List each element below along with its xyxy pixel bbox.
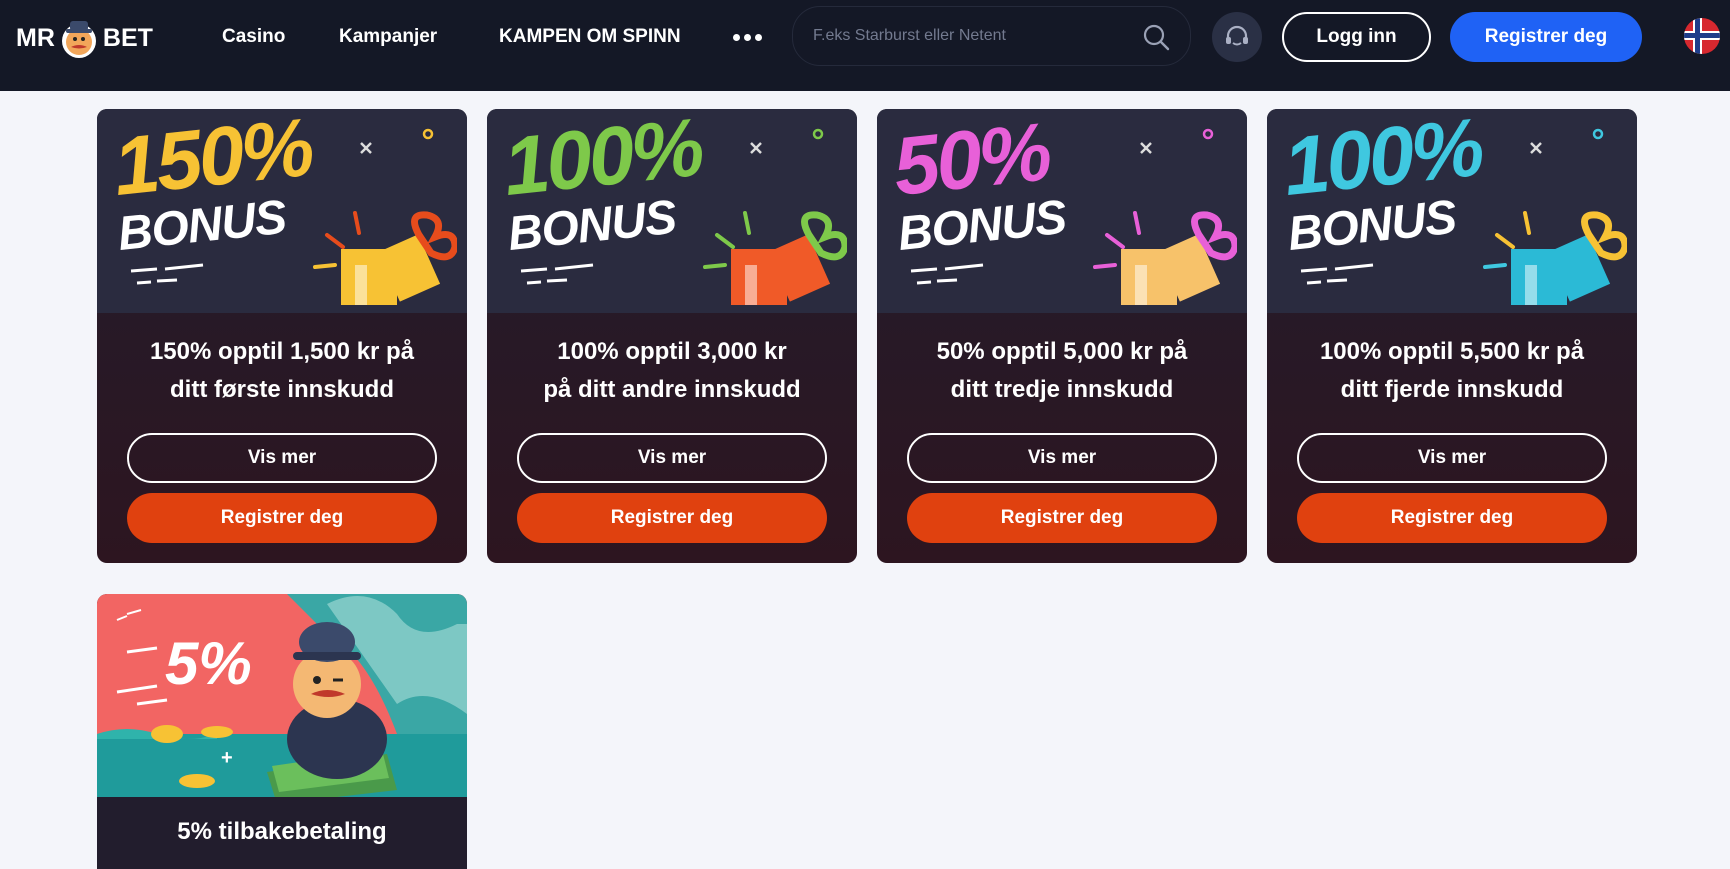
- sparkle-x-icon: [1530, 142, 1542, 154]
- gift-box-icon: [1483, 211, 1627, 305]
- bonus-card-2: 100% BONUS 100% opptil 3,000 kr på ditt …: [487, 109, 857, 563]
- cashback-card: 5% + 5% tilbakebetaling: [97, 594, 467, 869]
- nav-kampanjer[interactable]: Kampanjer: [339, 0, 437, 74]
- cashback-banner-illustration: 5% +: [97, 594, 467, 797]
- search-input[interactable]: [813, 19, 1133, 53]
- search-box: [792, 6, 1191, 66]
- bonus-banner: 100% BONUS: [1267, 109, 1637, 313]
- bonus-title: 50% opptil 5,000 kr på ditt tredje innsku…: [936, 338, 1188, 403]
- bonus-card-3: 50% BONUS 50% opptil 5,000 kr på ditt tr…: [877, 109, 1247, 563]
- logo-text-mr: MR: [16, 23, 55, 52]
- nav-casino[interactable]: Casino: [222, 0, 285, 74]
- support-button[interactable]: [1212, 12, 1262, 62]
- search-icon[interactable]: [1142, 23, 1170, 51]
- bonus-title: 100% opptil 3,000 kr på ditt andre innsku…: [543, 338, 801, 403]
- bonus-banner: 100% BONUS: [487, 109, 857, 313]
- cashback-percent: 5%: [165, 630, 252, 697]
- cashback-title: 5% tilbakebetaling: [177, 818, 387, 845]
- speed-lines-icon: [910, 263, 984, 285]
- speed-lines-icon: [1300, 263, 1374, 285]
- logo-text-bet: BET: [102, 23, 153, 52]
- bonus-title: 150% opptil 1,500 kr på ditt første innsk…: [149, 338, 415, 403]
- bonus-banner: 150% BONUS: [97, 109, 467, 313]
- bonus-title: 100% opptil 5,500 kr på ditt fjerde innsk…: [1319, 338, 1585, 403]
- headset-icon: [1226, 25, 1248, 46]
- bonus-card-4: 100% BONUS 100% opptil 5,500 kr på ditt …: [1267, 109, 1637, 563]
- show-more-button[interactable]: Vis mer: [907, 433, 1217, 483]
- sparkle-circle-icon: [812, 128, 824, 140]
- top-header: MR BET Casino Kampanjer KAMPEN OM SPINN …: [0, 0, 1730, 91]
- sparkle-x-icon: [750, 142, 762, 154]
- speed-lines-icon: [130, 263, 204, 285]
- nav-kampen-om-spinn[interactable]: KAMPEN OM SPINN: [499, 0, 681, 74]
- card-register-button[interactable]: Registrer deg: [517, 493, 827, 543]
- show-more-button[interactable]: Vis mer: [517, 433, 827, 483]
- sparkle-circle-icon: [1202, 128, 1214, 140]
- mrbet-logo[interactable]: MR BET: [16, 10, 153, 66]
- card-register-button[interactable]: Registrer deg: [1297, 493, 1607, 543]
- gift-box-icon: [703, 211, 847, 305]
- more-menu-icon[interactable]: [733, 24, 762, 50]
- sparkle-circle-icon: [1592, 128, 1604, 140]
- card-register-button[interactable]: Registrer deg: [907, 493, 1217, 543]
- card-register-button[interactable]: Registrer deg: [127, 493, 437, 543]
- sparkle-circle-icon: [422, 128, 434, 140]
- sparkle-x-icon: [1140, 142, 1152, 154]
- show-more-button[interactable]: Vis mer: [1297, 433, 1607, 483]
- register-button[interactable]: Registrer deg: [1450, 12, 1642, 62]
- sparkle-x-icon: [360, 142, 372, 154]
- login-button[interactable]: Logg inn: [1282, 12, 1431, 62]
- svg-text:+: +: [221, 747, 233, 769]
- gift-box-icon: [1093, 211, 1237, 305]
- gift-box-icon: [313, 211, 457, 305]
- mascot-logo-icon: [61, 21, 96, 58]
- bonus-card-1: 150% BONUS 150% opptil 1,500 kr på ditt …: [97, 109, 467, 563]
- show-more-button[interactable]: Vis mer: [127, 433, 437, 483]
- norway-flag-icon[interactable]: [1684, 18, 1720, 54]
- bonus-banner: 50% BONUS: [877, 109, 1247, 313]
- speed-lines-icon: [520, 263, 594, 285]
